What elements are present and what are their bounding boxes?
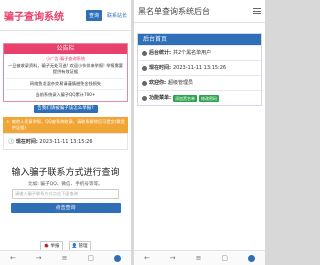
- add-blacklist-button[interactable]: 添加黑名单: [173, 94, 197, 102]
- notice-line-1: 一旦被收录资料，骗子无处可逃! 欢迎小伙伴来举报! 举报需要提供有效证据: [8, 62, 123, 75]
- back-icon[interactable]: ←: [10, 254, 16, 262]
- menu-icon[interactable]: ≡: [62, 254, 68, 262]
- chart-icon: [142, 50, 147, 56]
- actions-label: 功能菜单:: [149, 95, 171, 101]
- query-button[interactable]: 点击查询: [10, 202, 121, 213]
- clock-icon: [142, 65, 147, 71]
- hamburger-menu-icon[interactable]: [253, 7, 261, 16]
- admin-header: 黑名单查询系统后台: [134, 0, 265, 23]
- left-header: 骗子查询系统 查询 联系站长: [0, 0, 131, 31]
- tabs-icon[interactable]: ▢: [87, 254, 94, 262]
- notice-line-3: 当前系统录入骗子QQ累计700+: [35, 92, 96, 97]
- time-value: 2023-11-11 13:15:26: [39, 138, 93, 145]
- stats-row: 后台统计: 共2个黑名单用户: [138, 45, 261, 60]
- warning-text: 被他人恶意举报，QQ被系统收录，请联系解除后可提交(需提供证据): [11, 118, 125, 130]
- clock-icon: 🕑: [8, 138, 15, 145]
- browser-home-icon[interactable]: [247, 254, 255, 262]
- welcome-row: 欢迎你: 超级管理员: [138, 75, 261, 90]
- right-phone-screen: 黑名单查询系统后台 后台首页 后台统计: 共2个黑名单用户 现在时间: 2023…: [134, 0, 265, 265]
- notice-title: 公告栏: [4, 44, 127, 54]
- screens: 骗子查询系统 查询 联系站长 公告栏 小广告:骗子查询系统 一旦被收录资料，骗子…: [0, 0, 265, 265]
- notice-board: 公告栏 小广告:骗子查询系统 一旦被收录资料，骗子无处可逃! 欢迎小伙伴来举报!…: [3, 43, 128, 102]
- role-value: 超级管理员: [168, 80, 194, 86]
- search-input[interactable]: 请输入骗子联系方式点击下面查询: [12, 188, 119, 199]
- contact-admin-link[interactable]: 联系站长: [107, 12, 127, 19]
- query-hint: 比如: 骗子QQ、微信、手机号等等。: [28, 181, 103, 187]
- stats-value: 共2个黑名单用户: [173, 50, 212, 56]
- notice-divider: [6, 77, 125, 79]
- user-icon: [142, 80, 147, 86]
- admin-panel: 后台首页 后台统计: 共2个黑名单用户 现在时间: 2023-11-11 13:…: [137, 33, 262, 106]
- current-time-row: 🕑 现在时间: 2023-11-11 13:15:26: [3, 132, 128, 150]
- menu-icon: [142, 95, 147, 101]
- menu-icon[interactable]: ≡: [196, 254, 202, 262]
- time-label: 现在时间:: [15, 138, 38, 145]
- header-query-button[interactable]: 查询: [85, 9, 102, 21]
- warning-icon: ⚠: [6, 118, 10, 124]
- back-icon[interactable]: ←: [144, 254, 150, 262]
- time-row: 现在时间: 2023-11-11 13:15:26: [138, 60, 261, 75]
- time-label: 现在时间:: [149, 65, 171, 71]
- actions-row: 功能菜单: 添加黑名单 修改密码: [138, 90, 261, 105]
- forward-icon[interactable]: →: [36, 254, 42, 262]
- change-password-button[interactable]: 修改密码: [199, 94, 219, 102]
- notice-divider: [6, 89, 125, 90]
- stats-label: 后台统计:: [149, 50, 171, 56]
- forward-icon[interactable]: →: [170, 254, 176, 262]
- site-title: 骗子查询系统: [4, 11, 64, 23]
- report-guide-button[interactable]: 告我们请被骗子该怎么举报?: [33, 104, 98, 113]
- admin-title: 黑名单查询系统后台: [138, 6, 210, 16]
- time-value: 2023-11-11 13:15:26: [173, 65, 227, 71]
- panel-title: 后台首页: [138, 34, 261, 45]
- browser-nav-bar: ← → ≡ ▢: [134, 250, 265, 265]
- browser-nav-bar: ← → ≡ ▢: [0, 250, 131, 265]
- warning-banner: ⚠ 被他人恶意举报，QQ被系统收录，请联系解除后可提交(需提供证据): [3, 116, 128, 133]
- notice-body: 小广告:骗子查询系统 一旦被收录资料，骗子无处可逃! 欢迎小伙伴来举报! 举报需…: [4, 54, 127, 101]
- welcome-label: 欢迎你:: [149, 80, 166, 86]
- browser-home-icon[interactable]: [113, 254, 121, 262]
- notice-line-2: 网络鱼龙混杂交易请谨慎避免金钱损失: [29, 80, 102, 86]
- left-phone-screen: 骗子查询系统 查询 联系站长 公告栏 小广告:骗子查询系统 一旦被收录资料，骗子…: [0, 0, 131, 265]
- tabs-icon[interactable]: ▢: [221, 254, 228, 262]
- query-heading: 输入骗子联系方式进行查询: [11, 167, 120, 178]
